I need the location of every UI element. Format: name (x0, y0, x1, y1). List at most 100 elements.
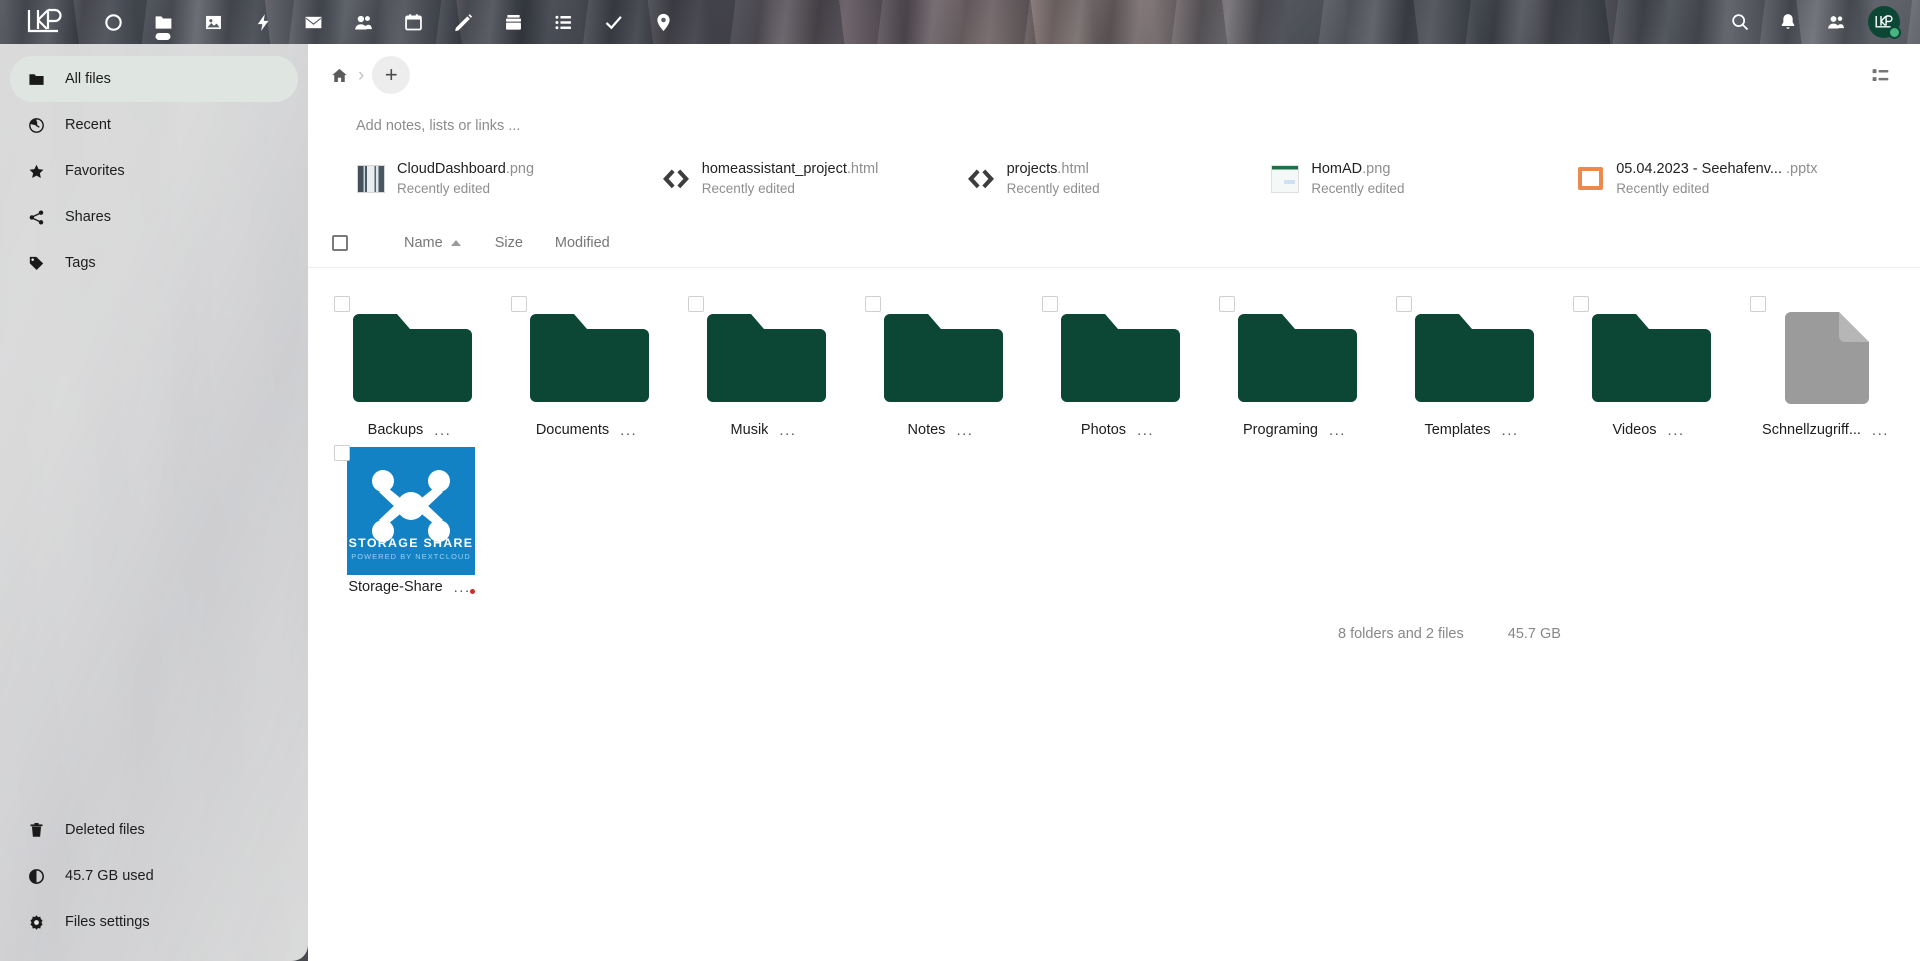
sidebar-item-label: Shares (65, 209, 111, 225)
row-checkbox[interactable] (1750, 295, 1766, 312)
file-actions-menu[interactable]: ... (452, 579, 475, 596)
file-actions-menu[interactable]: ... (1135, 422, 1156, 439)
column-label: Name (404, 235, 443, 252)
maps-icon[interactable] (638, 0, 688, 44)
files-icon[interactable] (138, 0, 188, 44)
file-name: Templates (1424, 422, 1491, 439)
file-grid-item[interactable]: Musik ... (676, 290, 853, 439)
file-grid-item[interactable]: Programing ... (1207, 290, 1384, 439)
recent-file-name: 05.04.2023 - Seehafenv... .pptx (1616, 161, 1818, 177)
sidebar-item-label: Favorites (65, 163, 125, 179)
deck-icon[interactable] (488, 0, 538, 44)
file-actions-menu[interactable]: ... (1500, 422, 1521, 439)
sidebar-item-files-settings[interactable]: Files settings (10, 899, 298, 945)
row-checkbox[interactable] (1219, 295, 1235, 312)
unread-badge-dot (469, 588, 475, 594)
row-checkbox[interactable] (511, 295, 527, 312)
mail-icon[interactable] (288, 0, 338, 44)
image-thumbnail-icon (1270, 164, 1300, 194)
tag-icon (28, 255, 54, 272)
checkmark-icon[interactable] (588, 0, 638, 44)
search-icon[interactable] (1716, 0, 1764, 44)
sidebar-item-all-files[interactable]: All files (10, 56, 298, 102)
notifications-icon[interactable] (1764, 0, 1812, 44)
sidebar-item-favorites[interactable]: Favorites (10, 148, 298, 194)
recent-file-item[interactable]: CloudDashboard.png Recently edited (356, 160, 661, 198)
sidebar-item-shares[interactable]: Shares (10, 194, 298, 240)
contacts-icon[interactable] (338, 0, 388, 44)
avatar[interactable] (1860, 0, 1908, 44)
sidebar-item-label: 45.7 GB used (65, 868, 154, 884)
row-checkbox[interactable] (688, 295, 704, 312)
recent-file-item[interactable]: 05.04.2023 - Seehafenv... .pptx Recently… (1575, 160, 1880, 198)
recent-file-name: CloudDashboard.png (397, 161, 535, 177)
row-checkbox[interactable] (1042, 295, 1058, 312)
folder-icon (350, 308, 472, 408)
select-all-checkbox[interactable] (332, 235, 348, 252)
column-header-size[interactable]: Size (495, 235, 523, 251)
file-actions-menu[interactable]: ... (1666, 422, 1687, 439)
dashboard-icon[interactable] (88, 0, 138, 44)
new-item-button[interactable]: + (372, 56, 411, 94)
file-list-summary: 8 folders and 2 files 45.7 GB (308, 596, 1920, 642)
file-actions-menu[interactable]: ... (954, 422, 975, 439)
folder-icon (1058, 308, 1180, 408)
file-actions-menu[interactable]: ... (1870, 422, 1891, 439)
sort-ascending-icon (450, 240, 461, 247)
breadcrumb-bar: › + (308, 44, 1920, 106)
file-grid-item[interactable]: Videos ... (1561, 290, 1738, 439)
sidebar-item-recent[interactable]: Recent (10, 102, 298, 148)
file-name: Schnellzugriff... (1762, 422, 1861, 439)
folder-icon (881, 308, 1003, 408)
recent-file-name: HomAD.png (1311, 161, 1391, 177)
file-grid-item[interactable]: Schnellzugriff... ... (1738, 290, 1915, 439)
row-checkbox[interactable] (1396, 295, 1412, 312)
summary-count: 8 folders and 2 files (1338, 625, 1464, 642)
file-grid-item[interactable]: Templates ... (1384, 290, 1561, 439)
recent-file-item[interactable]: HomAD.png Recently edited (1270, 160, 1575, 198)
clock-icon (28, 117, 54, 134)
column-header-name[interactable]: Name (404, 235, 461, 251)
file-name: Musik (730, 422, 769, 439)
recent-file-item[interactable]: projects.html Recently edited (966, 160, 1271, 198)
calendar-icon[interactable] (388, 0, 438, 44)
sidebar-item-deleted-files[interactable]: Deleted files (10, 807, 298, 853)
file-grid-item[interactable]: Notes ... (853, 290, 1030, 439)
contacts-menu-icon[interactable] (1812, 0, 1860, 44)
folder-icon (1589, 308, 1711, 408)
notes-icon[interactable] (438, 0, 488, 44)
file-name: Backups (367, 422, 424, 439)
file-grid-item[interactable]: Photos ... (1030, 290, 1207, 439)
recent-file-item[interactable]: homeassistant_project.html Recently edit… (661, 160, 966, 198)
file-grid-item[interactable]: Documents ... (499, 290, 676, 439)
row-checkbox[interactable] (334, 295, 350, 312)
app-menu (88, 0, 688, 44)
powerpoint-icon (1575, 164, 1605, 194)
file-actions-menu[interactable]: ... (1327, 422, 1348, 439)
kp-logo[interactable] (0, 0, 88, 44)
file-actions-menu[interactable]: ... (777, 422, 798, 439)
notes-row: Add notes, lists or links ... (308, 106, 1920, 134)
row-checkbox[interactable] (865, 295, 881, 312)
recent-file-status: Recently edited (1616, 180, 1710, 196)
folder-icon (1235, 308, 1357, 408)
sidebar-item-tags[interactable]: Tags (10, 240, 298, 286)
file-actions-menu[interactable]: ... (432, 422, 453, 439)
list-view-icon[interactable] (1860, 55, 1900, 95)
file-grid-scroll[interactable]: Backups ... Documents ... Musik ... Note… (308, 268, 1920, 961)
sidebar-item-quota[interactable]: 45.7 GB used (10, 853, 298, 899)
notes-placeholder[interactable]: Add notes, lists or links ... (356, 118, 1920, 134)
folder-icon (1412, 308, 1534, 408)
photos-icon[interactable] (188, 0, 238, 44)
activity-icon[interactable] (238, 0, 288, 44)
breadcrumb: › + (322, 56, 411, 94)
home-icon[interactable] (322, 58, 356, 92)
file-grid-item[interactable]: STORAGE SHARE POWERED BY NEXTCLOUD Stora… (322, 439, 499, 596)
file-grid-item[interactable]: Backups ... (322, 290, 499, 439)
file-actions-menu[interactable]: ... (618, 422, 639, 439)
tasks-icon[interactable] (538, 0, 588, 44)
row-checkbox[interactable] (334, 444, 350, 461)
column-header-modified[interactable]: Modified (555, 235, 610, 251)
row-checkbox[interactable] (1573, 295, 1589, 312)
file-grid: Backups ... Documents ... Musik ... Note… (308, 268, 1920, 596)
